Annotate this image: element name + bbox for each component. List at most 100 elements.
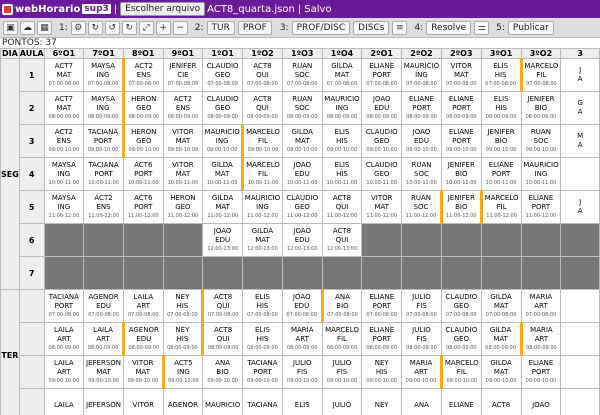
schedule-cell[interactable]: GILDA MAT 10:00-11:00	[202, 157, 244, 191]
schedule-cell[interactable]: JENIFER BIO 09:00-10:00	[480, 124, 522, 158]
schedule-cell[interactable]: ELIANE PORT 07:00-08:00	[361, 289, 403, 323]
schedule-cell[interactable]: VITOR MAT 07:00-08:00	[440, 58, 482, 92]
schedule-cell[interactable]: AGENOR EDU 08:00-09:00	[121, 322, 164, 356]
schedule-cell[interactable]: CLAUDIO GEO 07:00-08:00	[440, 289, 482, 323]
schedule-cell[interactable]: ELIANE PORT 09:00-10:00	[520, 355, 562, 389]
schedule-cell[interactable]: JOAO EDU 10:00-11:00	[281, 157, 323, 191]
schedule-cell[interactable]: ACT2 ENS 09:00-10:00	[43, 124, 85, 158]
schedule-cell[interactable]: JULIO FIS 09:00-10:00	[281, 355, 323, 389]
schedule-cell[interactable]	[361, 223, 403, 257]
schedule-cell[interactable]: MARCELO FIL 08:00-09:00	[321, 322, 363, 356]
schedule-cell[interactable]: ACT2 ENS 11:00-12:00	[83, 190, 124, 224]
schedule-cell[interactable]: CLAUDIO GEO 08:00-09:00	[440, 322, 482, 356]
schedule-cell[interactable]: LAILA ART 08:00-09:00	[43, 322, 85, 356]
schedule-cell[interactable]: MAYSA ING 10:00-11:00	[43, 157, 85, 191]
schedule-cell[interactable]: JENIFER BIO 10:00-11:00	[440, 157, 482, 191]
schedule-cell[interactable]: GILDA MAT 08:00-09:00	[480, 322, 522, 356]
schedule-cell[interactable]: RUAN SOC 11:00-12:00	[401, 190, 442, 224]
schedule-cell[interactable]	[480, 223, 522, 257]
schedule-cell[interactable]: JENIFER CIE 07:00-08:00	[162, 58, 204, 92]
schedule-cell[interactable]: GILDA MAT 09:00-10:00	[480, 355, 522, 389]
schedule-cell[interactable]: JULIO FIS 07:00-08:00	[401, 289, 442, 323]
schedule-cell[interactable]: CLAUDIO GEO 07:00-08:00	[202, 58, 244, 92]
schedule-cell[interactable]: ELIS HIS 07:00-08:00	[480, 58, 522, 92]
schedule-cell[interactable]: MAURICIO ING 09:00-10:00	[202, 124, 244, 158]
redo-icon[interactable]: ↻	[121, 20, 137, 35]
schedule-cell[interactable]	[162, 223, 204, 257]
schedule-cell[interactable]: ANA	[401, 388, 442, 415]
schedule-cell[interactable]: ACT8 QUI 07:00-08:00	[242, 58, 283, 92]
schedule-cell[interactable]: AGENOR EDU 07:00-08:00	[83, 289, 124, 323]
schedule-cell[interactable]: JOAO EDU 12:00-13:00	[281, 223, 323, 257]
discs-button[interactable]: DISCs	[353, 20, 390, 35]
schedule-cell[interactable]	[560, 157, 600, 191]
schedule-cell[interactable]: JENIFER BIO 08:00-09:00	[520, 91, 562, 125]
schedule-cell[interactable]: MA	[560, 124, 600, 158]
zoom-out-icon[interactable]: −	[172, 20, 188, 35]
schedule-cell[interactable]	[122, 256, 164, 290]
schedule-cell[interactable]: JOAO EDU 08:00-09:00	[361, 91, 403, 125]
schedule-cell[interactable]: JULIO FIS 09:00-10:00	[321, 355, 363, 389]
schedule-cell[interactable]: CLAUDIO GEO 08:00-09:00	[202, 91, 244, 125]
schedule-cell[interactable]: TACIANA PORT 07:00-08:00	[43, 289, 85, 323]
schedule-cell[interactable]: MAURICIO	[202, 388, 244, 415]
schedule-cell[interactable]: NEY HIS 09:00-10:00	[361, 355, 403, 389]
schedule-cell[interactable]: CLAUDIO GEO 11:00-12:00	[281, 190, 323, 224]
schedule-cell[interactable]	[242, 256, 283, 290]
schedule-cell[interactable]	[560, 355, 600, 389]
schedule-cell[interactable]: GILDA MAT 09:00-10:00	[281, 124, 323, 158]
schedule-cell[interactable]: MARCELO FIL 07:00-08:00	[519, 58, 562, 92]
schedule-cell[interactable]: ACT6 PORT 11:00-12:00	[122, 190, 164, 224]
schedule-cell[interactable]: VITOR	[122, 388, 164, 415]
schedule-cell[interactable]	[520, 223, 562, 257]
schedule-cell[interactable]	[321, 256, 363, 290]
resolve-button[interactable]: Resolve	[426, 20, 472, 35]
schedule-cell[interactable]: ACT8 QUI 12:00-13:00	[321, 223, 363, 257]
grid-icon[interactable]: ▦	[37, 20, 52, 35]
save-icon[interactable]: ▣	[3, 20, 18, 35]
prof-button[interactable]: PROF	[237, 20, 272, 35]
cloud-icon[interactable]: ☁	[20, 20, 35, 35]
schedule-cell[interactable]	[560, 388, 600, 415]
schedule-cell[interactable]: GILDA MAT 12:00-13:00	[242, 223, 283, 257]
schedule-cell[interactable]: MARIA ART 08:00-09:00	[281, 322, 323, 356]
schedule-cell[interactable]: JEFERSON	[83, 388, 124, 415]
schedule-cell[interactable]: MARCELO FIL 09:00-10:00	[241, 124, 283, 158]
expand-icon[interactable]: ⤢	[138, 20, 154, 35]
schedule-cell[interactable]: TACIANA PORT 10:00-11:00	[83, 157, 124, 191]
schedule-cell[interactable]: ACT2 ENS 07:00-08:00	[121, 58, 164, 92]
schedule-cell[interactable]	[43, 256, 85, 290]
schedule-cell[interactable]: TACIANA	[242, 388, 283, 415]
schedule-cell[interactable]	[440, 223, 482, 257]
schedule-cell[interactable]: ACT7 MAT 08:00-09:00	[43, 91, 85, 125]
schedule-cell[interactable]: HERON GEO 08:00-09:00	[121, 91, 164, 125]
schedule-cell[interactable]: ELIS HIS 08:00-09:00	[242, 322, 283, 356]
schedule-cell[interactable]: GILDA MAT 07:00-08:00	[321, 58, 363, 92]
schedule-cell[interactable]: MAURICIO ING 10:00-11:00	[520, 157, 562, 191]
schedule-cell[interactable]: NEY HIS 07:00-08:00	[162, 289, 204, 323]
schedule-cell[interactable]: HERON GEO 09:00-10:00	[121, 124, 164, 158]
schedule-cell[interactable]: MAURICIO ING 07:00-08:00	[401, 58, 442, 92]
schedule-cell[interactable]: ELIS	[281, 388, 323, 415]
schedule-cell[interactable]: ACT5 ING 09:00-10:00	[161, 355, 204, 389]
schedule-cell[interactable]: ELIANE PORT 08:00-09:00	[440, 91, 482, 125]
schedule-cell[interactable]: MAURICIO ING 08:00-09:00	[321, 91, 363, 125]
schedule-cell[interactable]: ACT7 MAT 07:00-08:00	[43, 58, 85, 92]
schedule-cell[interactable]: ACT8 QUI 08:00-09:00	[242, 91, 283, 125]
schedule-cell[interactable]: ANA BIO 09:00-10:00	[202, 355, 244, 389]
schedule-cell[interactable]	[83, 256, 124, 290]
schedule-cell[interactable]: RUAN SOC 07:00-08:00	[281, 58, 323, 92]
schedule-cell[interactable]: TACIANA PORT 09:00-10:00	[242, 355, 283, 389]
schedule-cell[interactable]	[520, 256, 562, 290]
schedule-cell[interactable]: JOAO EDU 09:00-10:00	[401, 124, 442, 158]
schedule-cell[interactable]: JA	[560, 190, 600, 224]
schedule-cell[interactable]: ACT8 QUI 11:00-12:00	[321, 190, 363, 224]
schedule-cell[interactable]	[202, 256, 244, 290]
schedule-cell[interactable]: VITOR MAT 09:00-10:00	[122, 355, 164, 389]
schedule-cell[interactable]: ELIANE PORT 10:00-11:00	[480, 157, 522, 191]
schedule-cell[interactable]: VITOR MAT 10:00-11:00	[162, 157, 204, 191]
schedule-cell[interactable]: MAYSA ING 11:00-12:00	[43, 190, 85, 224]
schedule-cell[interactable]: ACT2 ENS 08:00-09:00	[162, 91, 204, 125]
schedule-cell[interactable]: LAILA ART 08:00-09:00	[83, 322, 124, 356]
schedule-cell[interactable]: MARCELO FIL 11:00-12:00	[479, 190, 522, 224]
